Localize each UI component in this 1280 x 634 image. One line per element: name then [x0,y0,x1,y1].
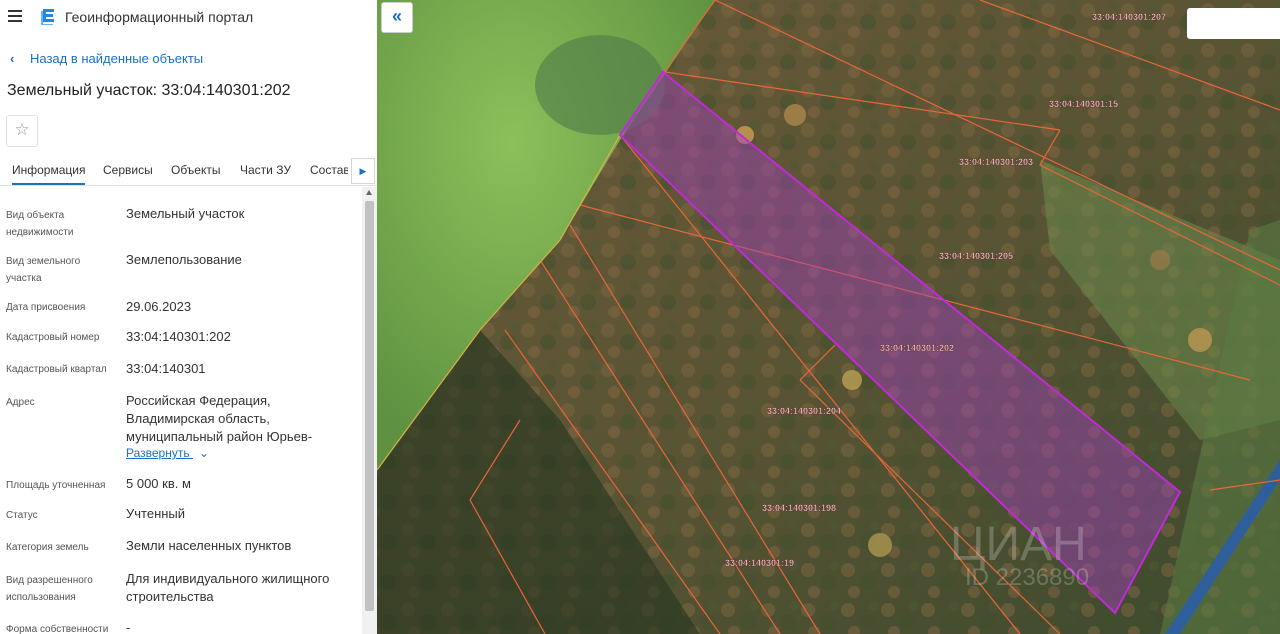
parcel-label-204: 33:04:140301:204 [767,406,841,416]
chevron-left-icon: ‹ [10,51,15,66]
parcel-label-19: 33:04:140301:19 [725,558,794,568]
app-title: Геоинформационный портал [65,9,254,25]
parcel-label-202: 33:04:140301:202 [880,343,954,353]
prop-label-cadastral-number: Кадастровый номер [6,332,100,343]
parcel-label-207: 33:04:140301:207 [1092,12,1166,22]
chevron-down-icon: ⌄ [198,446,210,460]
prop-label-land-category: Категория земель [6,542,89,553]
tab-objects[interactable]: Объекты [171,163,221,177]
star-icon: ☆ [14,120,30,139]
tabs-bar: Информация Сервисы Объекты Части ЗУ Сост… [0,157,377,186]
parcel-label-203: 33:04:140301:203 [959,157,1033,167]
back-link-label: Назад в найденные объекты [30,51,204,66]
double-chevron-left-icon: « [391,6,402,26]
scrollbar-thumb[interactable] [365,201,374,611]
info-sidebar: Геоинформационный портал ‹ Назад в найден… [0,0,378,634]
satellite-map-view: 33:04:140301:207 33:04:140301:15 33:04:1… [377,0,1280,634]
map-control-panel[interactable] [1187,8,1280,39]
watermark-id: ID 2236890 [965,564,1089,591]
portal-logo-icon [41,9,54,25]
prop-label-address: Адрес [6,397,35,408]
tab-parts[interactable]: Части ЗУ [240,163,291,177]
prop-label-assigned-date: Дата присвоения [6,302,86,313]
page-title: Земельный участок: 33:04:140301:202 [7,82,291,99]
prop-label-area: Площадь уточненная [6,480,106,491]
collapse-sidebar-button[interactable]: « [381,2,413,33]
properties-scrollbar[interactable] [362,187,377,634]
prop-label-status: Статус [6,510,38,521]
prop-value-cadastral-quarter: 33:04:140301 [126,361,206,376]
prop-value-permitted-use: Для индивидуального жилищного строительс… [126,571,330,604]
prop-label-ownership: Форма собственности [6,624,109,634]
tabs-scroll-right-button[interactable]: ▶ [351,158,375,184]
prop-value-area: 5 000 кв. м [126,476,191,491]
back-to-results-link[interactable]: ‹ Назад в найденные объекты [10,51,203,66]
prop-value-cadastral-number: 33:04:140301:202 [126,329,231,344]
prop-label-object-type: Вид объекта недвижимости [6,210,74,238]
parcel-label-15: 33:04:140301:15 [1049,99,1118,109]
prop-label-parcel-type: Вид земельного участка [6,256,81,284]
favorite-star-button[interactable]: ☆ [6,115,38,147]
cadastral-map[interactable]: 33:04:140301:207 33:04:140301:15 33:04:1… [377,0,1280,634]
parcel-label-205: 33:04:140301:205 [939,251,1013,261]
scroll-up-arrow-icon[interactable] [366,190,372,195]
parcel-label-198: 33:04:140301:198 [762,503,836,513]
tab-info[interactable]: Информация [12,163,86,185]
prop-value-address: Российская Федерация, Владимирская облас… [126,393,313,444]
prop-label-cadastral-quarter: Кадастровый квартал [6,364,107,375]
menu-icon[interactable] [8,10,22,22]
prop-value-parcel-type: Землепользование [126,252,242,267]
expand-label: Развернуть [126,446,190,460]
prop-value-assigned-date: 29.06.2023 [126,299,192,314]
prop-value-status: Учтенный [126,506,186,521]
prop-label-permitted-use: Вид разрешенного использования [6,575,93,603]
properties-list: Вид объекта недвижимости Земельный участ… [0,187,362,634]
tab-composition[interactable]: Состав [310,163,348,177]
app-header: Геоинформационный портал [0,0,377,34]
prop-value-object-type: Земельный участок [126,206,245,221]
prop-value-ownership: - [126,620,131,634]
tab-services[interactable]: Сервисы [103,163,153,177]
prop-value-land-category: Земли населенных пунктов [126,538,292,553]
chevron-right-icon: ▶ [359,166,367,176]
expand-address-link[interactable]: Развернуть ⌄ [126,446,209,460]
